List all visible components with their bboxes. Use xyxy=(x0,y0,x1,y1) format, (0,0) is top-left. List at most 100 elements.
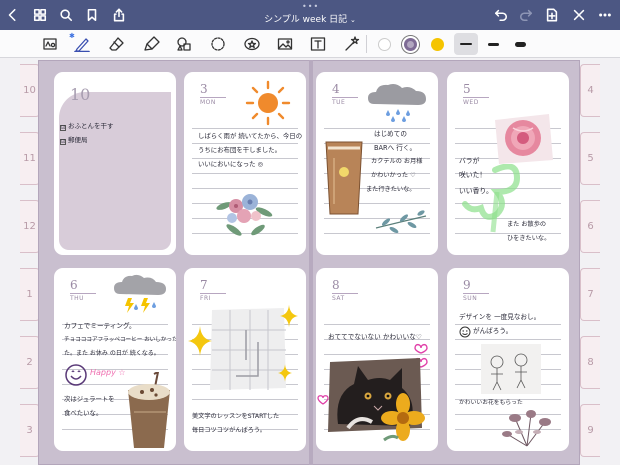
thunder-cloud-icon[interactable] xyxy=(112,274,168,316)
day-number: 4 xyxy=(332,82,340,96)
undo-icon[interactable] xyxy=(492,6,510,24)
day-number: 3 xyxy=(200,82,208,96)
journal-line: おててでないない かわいいな♡ xyxy=(328,333,422,341)
month-tab-4[interactable]: 4 xyxy=(580,64,600,117)
iced-coffee-photo[interactable] xyxy=(124,372,176,450)
color-swatch-yellow[interactable] xyxy=(431,38,444,51)
sticker-icon[interactable] xyxy=(242,34,262,54)
day-card-mon[interactable]: 3 MON しばらく雨が 続いてたから、今日の うちにお布団を干しました。 いい… xyxy=(184,72,306,255)
month-tab-5[interactable]: 5 xyxy=(580,132,600,185)
leaf-branch-sticker[interactable] xyxy=(374,208,428,240)
laser-pointer-icon[interactable] xyxy=(342,34,362,54)
journal-line: デザインを 一度見なおし。 xyxy=(459,313,541,321)
journal-line: チョコココアフラッペコーヒー おいしかった xyxy=(64,337,176,343)
day-name: THU xyxy=(70,295,85,302)
day-card-wed[interactable]: 5 WED バラが 咲いた！ いい香り。 また お散歩の ひをきたいな。 xyxy=(447,72,569,255)
month-tab-2[interactable]: 2 xyxy=(20,336,40,389)
smiley-face-icon xyxy=(65,364,87,386)
text-box-icon[interactable] xyxy=(308,34,328,54)
month-tab-8[interactable]: 8 xyxy=(580,336,600,389)
day-underline xyxy=(332,293,358,294)
day-number: 5 xyxy=(463,82,471,96)
heart-doodle-icon xyxy=(317,395,329,405)
journal-line: また お散歩の xyxy=(507,221,547,228)
day-underline xyxy=(200,97,226,98)
bluetooth-icon: ✱ xyxy=(69,32,75,40)
journal-line: カフェでミーティング。 xyxy=(64,322,136,330)
lasso-icon[interactable] xyxy=(208,34,228,54)
day-name: SAT xyxy=(332,295,345,302)
journal-line: 食べたいな。 xyxy=(64,409,103,417)
journal-line: 毎日コツコツがんばろう。 xyxy=(192,427,266,434)
sparkle-icon xyxy=(188,326,212,356)
read-mode-icon[interactable] xyxy=(40,34,60,54)
more-icon[interactable] xyxy=(596,6,614,24)
day-card-sat[interactable]: 8 SAT おててでないない かわいいな♡ xyxy=(316,268,438,451)
month-tab-9[interactable]: 9 xyxy=(580,404,600,457)
sun-icon[interactable] xyxy=(244,80,292,126)
month-card[interactable]: 10 ☑ おふとんを干す ☑ 郵便局 xyxy=(54,72,176,255)
shapes-icon[interactable] xyxy=(174,34,194,54)
day-card-tue[interactable]: 4 TUE はじめての BARへ 行く。 カクテルの お月様 かわいかった ♡ … xyxy=(316,72,438,255)
journal-line: また行きたいな。 xyxy=(366,186,416,193)
journal-line: がんばろう。 xyxy=(473,327,513,335)
month-number: 10 xyxy=(70,85,91,104)
journal-line: しばらく雨が 続いてたから、今日の xyxy=(198,132,303,140)
day-card-fri[interactable]: 7 FRI 美文字のレッスンをSTARTした 毎日コツコツがんばろう。 xyxy=(184,268,306,451)
close-icon[interactable] xyxy=(570,6,588,24)
redo-icon[interactable] xyxy=(517,6,535,24)
day-number: 9 xyxy=(463,278,471,292)
month-tab-7[interactable]: 7 xyxy=(580,268,600,321)
journal-line: いい香り。 xyxy=(459,187,493,195)
journal-line: バラが xyxy=(459,157,480,165)
stroke-width-medium[interactable] xyxy=(481,33,505,55)
nav-bar: ••• シンプル week 日記 ⌄ xyxy=(0,0,620,30)
dried-flowers-sticker[interactable] xyxy=(497,408,557,448)
yellow-flower-sticker[interactable] xyxy=(378,390,428,446)
checkbox-icon[interactable]: ☑ xyxy=(60,139,66,145)
month-tab-1[interactable]: 1 xyxy=(20,268,40,321)
window-grabber[interactable]: ••• xyxy=(302,2,319,11)
day-number: 8 xyxy=(332,278,340,292)
journal-line: カクテルの お月様 xyxy=(371,158,423,165)
day-name: MON xyxy=(200,99,216,106)
cocktail-glass-photo[interactable] xyxy=(322,138,366,218)
notebook-canvas[interactable]: 10 11 12 1 2 3 4 5 6 7 8 9 10 ☑ おふとんを干す ☑… xyxy=(0,58,620,465)
month-card-background xyxy=(59,92,171,250)
stroke-width-thick[interactable] xyxy=(508,33,532,55)
day-underline xyxy=(70,293,96,294)
rain-cloud-icon[interactable] xyxy=(364,82,432,122)
sparkle-icon xyxy=(280,304,298,328)
journal-line: 美文字のレッスンをSTARTした xyxy=(192,413,280,420)
sketch-photo[interactable] xyxy=(481,344,541,394)
day-number: 7 xyxy=(200,278,208,292)
day-name: FRI xyxy=(200,295,211,302)
checkbox-icon[interactable]: ☑ xyxy=(60,125,66,131)
journal-line: かわいかった ♡ xyxy=(371,172,416,179)
journal-line: はじめての xyxy=(374,130,407,138)
highlighter-icon[interactable] xyxy=(142,34,162,54)
flower-bouquet-sticker[interactable] xyxy=(214,184,274,242)
month-tab-12[interactable]: 12 xyxy=(20,200,40,253)
month-tab-6[interactable]: 6 xyxy=(580,200,600,253)
day-card-sun[interactable]: 9 SUN デザインを 一度見なおし。 がんばろう。 かわいいお花をもらった xyxy=(447,268,569,451)
tool-bar: ✱ xyxy=(0,30,620,58)
journal-line: 咲いた！ xyxy=(459,171,487,179)
journal-line: いいにおいになった ◎ xyxy=(198,160,264,168)
stroke-width-thin[interactable] xyxy=(454,33,478,55)
image-icon[interactable] xyxy=(275,34,295,54)
month-tab-3[interactable]: 3 xyxy=(20,404,40,457)
day-card-thu[interactable]: 6 THU カフェでミーティング。 チョコココアフラッペコーヒー おいしかった … xyxy=(54,268,176,451)
pen-icon[interactable]: ✱ xyxy=(69,32,92,54)
color-swatch-purple[interactable] xyxy=(404,38,417,51)
add-page-icon[interactable] xyxy=(543,6,561,24)
smiley-face-icon xyxy=(459,326,471,338)
color-swatch-white[interactable] xyxy=(378,38,391,51)
day-underline xyxy=(200,293,226,294)
day-number: 6 xyxy=(70,278,78,292)
eraser-icon[interactable] xyxy=(107,34,127,54)
pink-rose-photo[interactable] xyxy=(489,112,557,166)
month-tab-10[interactable]: 10 xyxy=(20,64,40,117)
journal-line: うちにお布団を干しました。 xyxy=(198,146,282,154)
month-tab-11[interactable]: 11 xyxy=(20,132,40,185)
